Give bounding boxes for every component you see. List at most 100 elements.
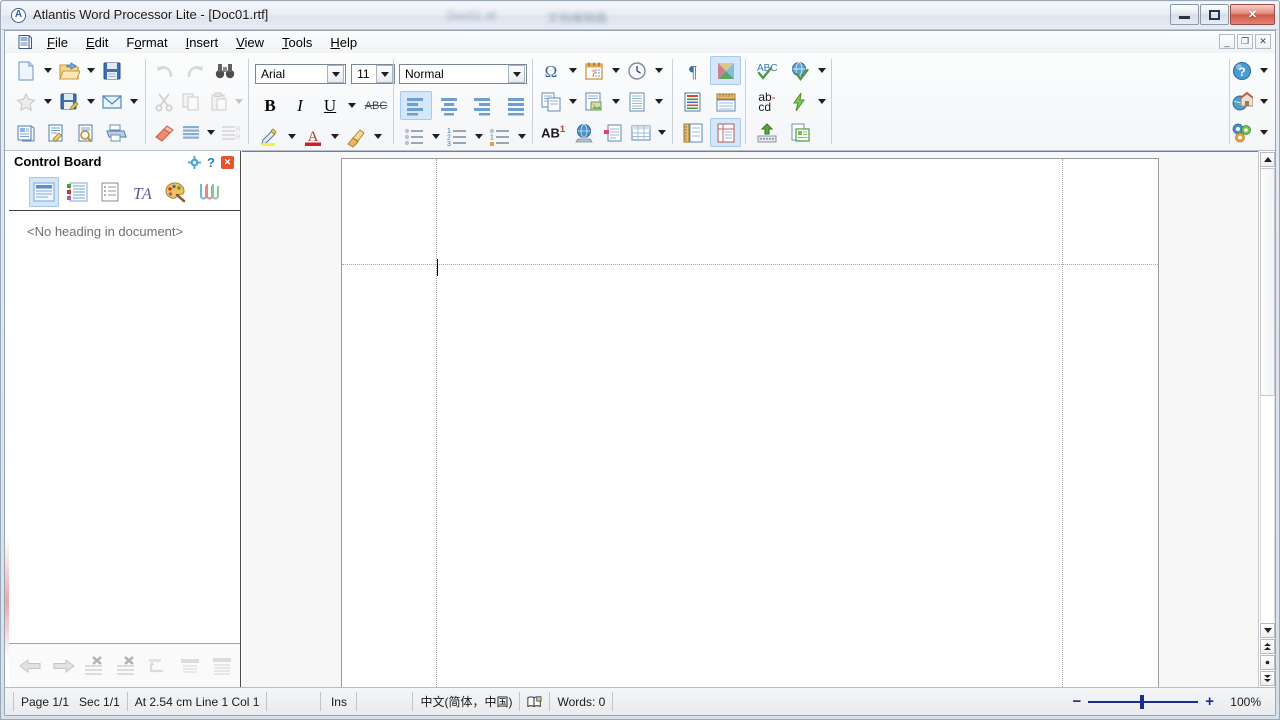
- control-board-tab-headings[interactable]: [29, 176, 59, 207]
- document-icon[interactable]: [17, 34, 33, 50]
- favorites-dropdown[interactable]: [41, 87, 54, 116]
- highlight-dropdown[interactable]: [285, 122, 298, 151]
- insert-image-dropdown[interactable]: [609, 87, 622, 116]
- delete-all-headings-icon[interactable]: [111, 651, 143, 681]
- symbol-dropdown[interactable]: [566, 56, 579, 85]
- vertical-ruler-icon[interactable]: [677, 118, 708, 147]
- font-color-icon[interactable]: A: [299, 122, 327, 151]
- select-browse-object-icon[interactable]: [1260, 655, 1275, 670]
- close-icon[interactable]: ✕: [221, 156, 234, 169]
- time-clock-icon[interactable]: [623, 56, 651, 85]
- gear-icon[interactable]: [188, 156, 202, 169]
- status-page[interactable]: Page 1/1 Sec 1/1: [13, 692, 128, 711]
- paragraph-block-dropdown[interactable]: [205, 118, 217, 147]
- font-name-combo[interactable]: Arial: [255, 64, 347, 84]
- insert-section-dropdown[interactable]: [652, 87, 665, 116]
- delete-heading-icon[interactable]: [79, 651, 111, 681]
- symbol-omega-icon[interactable]: Ω: [537, 56, 565, 85]
- document-properties-icon[interactable]: [12, 118, 40, 147]
- web-check-dropdown[interactable]: [815, 56, 828, 85]
- home-dropdown[interactable]: [1257, 87, 1270, 116]
- eraser-icon[interactable]: [151, 118, 177, 147]
- multilevel-list-icon[interactable]: 1: [486, 122, 514, 151]
- favorites-star-icon[interactable]: [12, 87, 40, 116]
- format-painter-dropdown[interactable]: [371, 122, 384, 151]
- lines-icon[interactable]: RR: [218, 118, 244, 147]
- multilevel-list-dropdown[interactable]: [515, 122, 528, 151]
- control-board-tab-fonts[interactable]: TA: [128, 177, 158, 207]
- scrollbar-thumb[interactable]: [1260, 168, 1275, 396]
- font-size-combo[interactable]: 11: [351, 64, 395, 84]
- font-name-dropdown[interactable]: [327, 65, 345, 83]
- find-binoculars-icon[interactable]: [211, 56, 239, 85]
- collapse-icon[interactable]: [175, 651, 207, 681]
- bullet-list-icon[interactable]: [400, 122, 428, 151]
- paragraph-style-combo[interactable]: Normal: [399, 64, 527, 84]
- bookmark-icon[interactable]: [600, 118, 627, 147]
- date-dropdown[interactable]: [609, 56, 622, 85]
- font-size-dropdown[interactable]: [376, 65, 393, 83]
- paragraph-block-icon[interactable]: [179, 118, 205, 147]
- paste-icon[interactable]: [206, 87, 232, 116]
- hyperlink-globe-icon[interactable]: [571, 118, 598, 147]
- show-formatting-marks-icon[interactable]: ¶: [677, 56, 708, 85]
- time-dropdown[interactable]: [652, 56, 665, 85]
- help-dropdown[interactable]: [1257, 56, 1270, 85]
- control-board-tab-palette[interactable]: [161, 177, 191, 207]
- help-icon[interactable]: ?: [207, 155, 215, 170]
- copy-icon[interactable]: [179, 87, 205, 116]
- paste-dropdown[interactable]: [233, 87, 245, 116]
- quick-actions-icon[interactable]: [786, 87, 814, 116]
- nav-back-icon[interactable]: [15, 651, 47, 681]
- ruler-icon[interactable]: [710, 87, 741, 116]
- scrollbar-track[interactable]: [1260, 397, 1275, 621]
- zoom-slider-thumb[interactable]: [1140, 694, 1145, 709]
- italic-icon[interactable]: I: [286, 91, 314, 120]
- align-center-icon[interactable]: [434, 91, 466, 120]
- send-mail-dropdown[interactable]: [127, 87, 140, 116]
- status-words[interactable]: Words: 0: [550, 692, 614, 711]
- save-floppy-icon[interactable]: [98, 56, 126, 85]
- send-mail-icon[interactable]: [98, 87, 126, 116]
- home-web-icon[interactable]: [1228, 87, 1256, 116]
- mdi-close-button[interactable]: ✕: [1255, 34, 1271, 49]
- zoom-in-button[interactable]: +: [1205, 694, 1214, 709]
- web-check-icon[interactable]: [786, 56, 814, 85]
- edit-document-icon[interactable]: [42, 118, 70, 147]
- document-workspace[interactable]: [242, 151, 1275, 687]
- mdi-minimize-button[interactable]: _: [1219, 34, 1235, 49]
- save-as-icon[interactable]: [55, 87, 83, 116]
- spell-check-icon[interactable]: ABC: [750, 56, 784, 85]
- cut-scissors-icon[interactable]: [151, 87, 177, 116]
- grid-view-icon[interactable]: [710, 118, 741, 147]
- status-language[interactable]: 中文(简体，中国): [413, 692, 521, 711]
- window-maximize-button[interactable]: [1200, 4, 1229, 25]
- nav-forward-icon[interactable]: [47, 651, 79, 681]
- document-page[interactable]: [341, 158, 1159, 687]
- numbered-list-dropdown[interactable]: [472, 122, 485, 151]
- undo-icon[interactable]: [151, 56, 179, 85]
- date-calendar-icon[interactable]: 7: [580, 56, 608, 85]
- status-insert-mode[interactable]: Ins: [321, 692, 358, 711]
- options-gears-icon[interactable]: [1228, 118, 1256, 147]
- scroll-up-icon[interactable]: [1260, 152, 1275, 167]
- format-painter-icon[interactable]: [342, 122, 370, 151]
- highlight-pen-icon[interactable]: [256, 122, 284, 151]
- promote-heading-icon[interactable]: [143, 651, 175, 681]
- paragraph-style-dropdown[interactable]: [508, 65, 525, 83]
- underline-icon[interactable]: U: [316, 91, 344, 120]
- scroll-down-icon[interactable]: [1260, 623, 1275, 638]
- mdi-restore-button[interactable]: ❐: [1237, 34, 1253, 49]
- autocorrect-icon[interactable]: ab- cd: [750, 87, 784, 116]
- new-document-dropdown[interactable]: [41, 56, 54, 85]
- window-close-button[interactable]: ✕: [1230, 4, 1275, 25]
- help-question-icon[interactable]: ?: [1228, 56, 1256, 85]
- control-board-tab-clips[interactable]: [194, 177, 224, 207]
- numbered-list-icon[interactable]: 123: [443, 122, 471, 151]
- colors-palette-icon[interactable]: [710, 56, 741, 85]
- insert-page-icon[interactable]: [537, 87, 565, 116]
- page-layout-icon[interactable]: [677, 87, 708, 116]
- insert-page-dropdown[interactable]: [566, 87, 579, 116]
- panel-splitter[interactable]: [5, 151, 9, 687]
- menu-edit[interactable]: Edit: [77, 33, 117, 52]
